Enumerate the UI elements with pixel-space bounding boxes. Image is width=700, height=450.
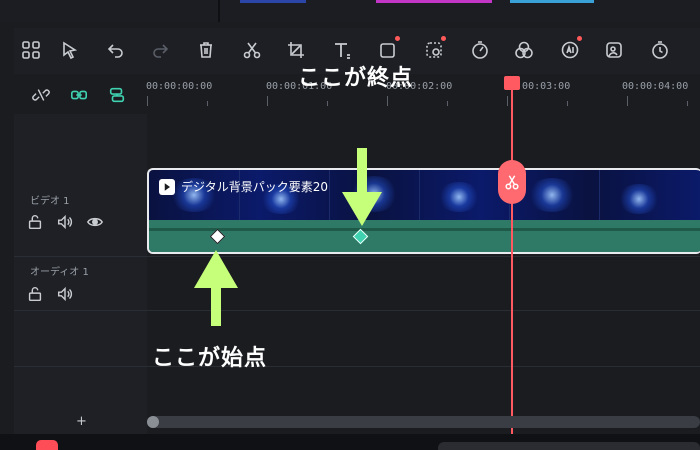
ruler-tick-label: 00:00:00:00 — [146, 81, 213, 92]
mask-icon[interactable] — [420, 36, 448, 64]
end-point-arrow — [342, 148, 382, 226]
ruler-tick — [567, 101, 568, 106]
playhead-handle[interactable] — [504, 76, 520, 90]
start-point-annotation: ここが始点 — [152, 346, 268, 371]
timeline-scrollbar[interactable] — [147, 416, 700, 428]
ruler-tick — [267, 96, 268, 106]
clip-keyframe-line — [149, 228, 700, 231]
media-thumbnail[interactable] — [510, 0, 594, 3]
lock-icon[interactable] — [24, 211, 46, 233]
ruler-tick — [387, 96, 388, 106]
start-point-arrow — [194, 250, 238, 326]
play-icon — [159, 178, 175, 195]
snap-icon[interactable] — [106, 84, 128, 106]
clip-glow — [527, 178, 577, 212]
notification-dot — [395, 36, 400, 41]
ruler-tick-label: 00:00:04:00 — [622, 81, 689, 92]
speed-icon[interactable] — [466, 36, 494, 64]
scrollbar-handle[interactable] — [147, 416, 159, 428]
add-track-button[interactable]: + — [76, 414, 87, 429]
lock-icon[interactable] — [24, 283, 46, 305]
ai-icon[interactable] — [556, 36, 584, 64]
track-divider — [14, 310, 700, 311]
notification-dot — [577, 36, 582, 41]
volume-icon[interactable] — [54, 283, 76, 305]
split-button[interactable] — [498, 160, 526, 204]
notification-dot — [441, 36, 446, 41]
app-icon[interactable] — [36, 440, 58, 450]
multi-select-icon[interactable] — [17, 36, 45, 64]
redo-icon[interactable] — [146, 36, 174, 64]
eye-icon[interactable] — [84, 211, 106, 233]
end-point-annotation: ここが終点 — [298, 66, 414, 91]
scissors-icon — [505, 175, 519, 190]
media-thumbnail[interactable] — [240, 0, 306, 3]
color-icon[interactable] — [510, 36, 538, 64]
media-thumbnail[interactable] — [376, 0, 492, 3]
ruler-tick — [327, 101, 328, 106]
clip-title: デジタル背景パック要素20 — [159, 178, 328, 195]
unlink-icon[interactable] — [30, 84, 52, 106]
taskbar-widget[interactable] — [438, 442, 700, 450]
ruler-tick — [627, 96, 628, 106]
sticker-icon[interactable] — [600, 36, 628, 64]
delete-icon[interactable] — [192, 36, 220, 64]
ruler-tick — [207, 101, 208, 106]
timer-icon[interactable] — [646, 36, 674, 64]
link-icon[interactable] — [68, 84, 90, 106]
clip-glow — [617, 184, 661, 214]
undo-icon[interactable] — [102, 36, 130, 64]
media-strip — [0, 0, 700, 22]
track-divider — [14, 366, 700, 367]
cut-icon[interactable] — [238, 36, 266, 64]
video-track-label: ビデオ 1 — [30, 196, 70, 207]
track-divider — [14, 256, 700, 257]
clip-glow — [437, 182, 481, 212]
ruler-tick — [687, 101, 688, 106]
select-arrow-icon[interactable] — [56, 36, 84, 64]
panel-divider — [218, 0, 220, 22]
clip-title-text: デジタル背景パック要素20 — [181, 180, 329, 194]
ruler-tick — [147, 96, 148, 106]
ruler-tick — [447, 101, 448, 106]
ruler-tick — [507, 96, 508, 106]
playhead[interactable] — [511, 84, 513, 434]
video-clip[interactable]: デジタル背景パック要素20 — [147, 168, 700, 254]
volume-icon[interactable] — [54, 211, 76, 233]
audio-track-label: オーディオ 1 — [30, 267, 89, 278]
